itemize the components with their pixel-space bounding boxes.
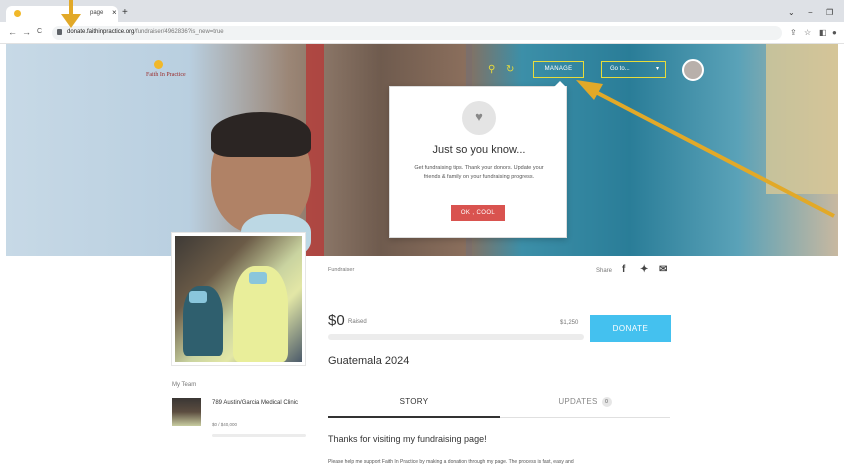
back-icon[interactable]: ← [8, 27, 17, 37]
goto-label: Go to... [610, 66, 630, 72]
bookmark-star-icon[interactable]: ☆ [804, 28, 811, 37]
popup-title: Just so you know... [432, 144, 526, 156]
chevron-down-icon: ▾ [655, 66, 659, 72]
browser-tab[interactable]: page × [6, 6, 118, 22]
popup-notch [554, 81, 566, 87]
browser-toolbar: ← → C donate.faithinpractice.org/fundrai… [0, 22, 844, 44]
url-path: /fundraiser/4962836?is_new=true [134, 29, 224, 35]
url-domain: donate.faithinpractice.org [67, 29, 135, 35]
profile-icon[interactable]: ● [832, 28, 837, 37]
photo-mask-left [189, 291, 207, 303]
forward-icon[interactable]: → [22, 27, 31, 37]
tab-search-icon[interactable]: ⌄ [788, 8, 795, 17]
fundraiser-photo-image [175, 236, 302, 362]
screenshot-root: page × + ⌄ − ❐ ← → C donate.faithinpract… [0, 0, 844, 468]
share-link-icon[interactable]: ↻ [506, 64, 514, 75]
story-heading: Thanks for visiting my fundraising page! [328, 434, 487, 444]
site-logo[interactable]: Faith In Practice [146, 60, 192, 86]
hero-child-hair [211, 112, 311, 157]
tip-popup: ♥ Just so you know... Get fundraising ti… [389, 81, 567, 238]
raised-label: Raised [348, 319, 367, 325]
logo-text: Faith In Practice [146, 72, 186, 78]
fundraiser-type-label: Fundraiser [328, 267, 355, 273]
ok-cool-button[interactable]: OK , COOL [451, 205, 505, 221]
goto-dropdown[interactable]: Go to... ▾ [601, 61, 666, 78]
donate-button[interactable]: DONATE [590, 315, 671, 342]
share-label: Share [596, 268, 613, 274]
tab-updates-label: UPDATES [558, 397, 598, 406]
minimize-icon[interactable]: − [808, 8, 813, 17]
popup-body: Get fundraising tips. Thank your donors.… [414, 165, 544, 180]
url-text: donate.faithinpractice.org/fundraiser/49… [67, 29, 224, 35]
restore-icon[interactable]: ❐ [826, 8, 833, 17]
email-icon[interactable]: ✉ [659, 264, 667, 275]
team-progress-bar [212, 434, 306, 437]
logo-mark [154, 60, 163, 69]
lock-icon [57, 29, 62, 35]
hero-background-window [766, 44, 838, 194]
campaign-name: Guatemala 2024 [328, 355, 410, 367]
fundraiser-photo [171, 232, 306, 366]
goal-amount: $1,250 [560, 320, 579, 326]
tab-title: page [90, 10, 104, 16]
tab-close-icon[interactable]: × [112, 8, 117, 17]
story-paragraph: Please help me support Faith In Practice… [328, 459, 574, 465]
team-name[interactable]: 789 Austin/Garcia Medical Clinic [212, 399, 306, 407]
new-tab-button[interactable]: + [122, 8, 128, 18]
raised-amount: $0 [328, 312, 345, 329]
share-page-icon[interactable]: ⇪ [790, 28, 797, 37]
twitter-icon[interactable]: ✦ [640, 264, 648, 275]
side-panel-icon[interactable]: ◧ [819, 28, 827, 37]
team-label: My Team [172, 382, 197, 388]
tab-updates[interactable]: UPDATES 0 [500, 392, 670, 418]
piggy-bank-icon: ♥ [462, 101, 496, 135]
search-icon[interactable]: ⚲ [488, 64, 495, 75]
address-bar[interactable]: donate.faithinpractice.org/fundraiser/49… [52, 26, 782, 40]
updates-count-badge: 0 [601, 396, 612, 407]
progress-bar [328, 334, 584, 340]
team-thumbnail [172, 398, 201, 426]
user-avatar[interactable] [682, 59, 704, 81]
tab-story[interactable]: STORY [328, 392, 500, 418]
reload-icon[interactable]: C [37, 28, 42, 35]
browser-tab-bar: page × + ⌄ − ❐ [0, 0, 844, 22]
manage-button[interactable]: MANAGE [533, 61, 584, 78]
team-item[interactable]: 789 Austin/Garcia Medical Clinic $0 / $4… [172, 398, 306, 428]
photo-mask-right [249, 272, 267, 284]
team-amount: $0 / $40,000 [212, 422, 238, 427]
facebook-icon[interactable]: f [622, 264, 625, 275]
favicon-icon [14, 10, 21, 17]
